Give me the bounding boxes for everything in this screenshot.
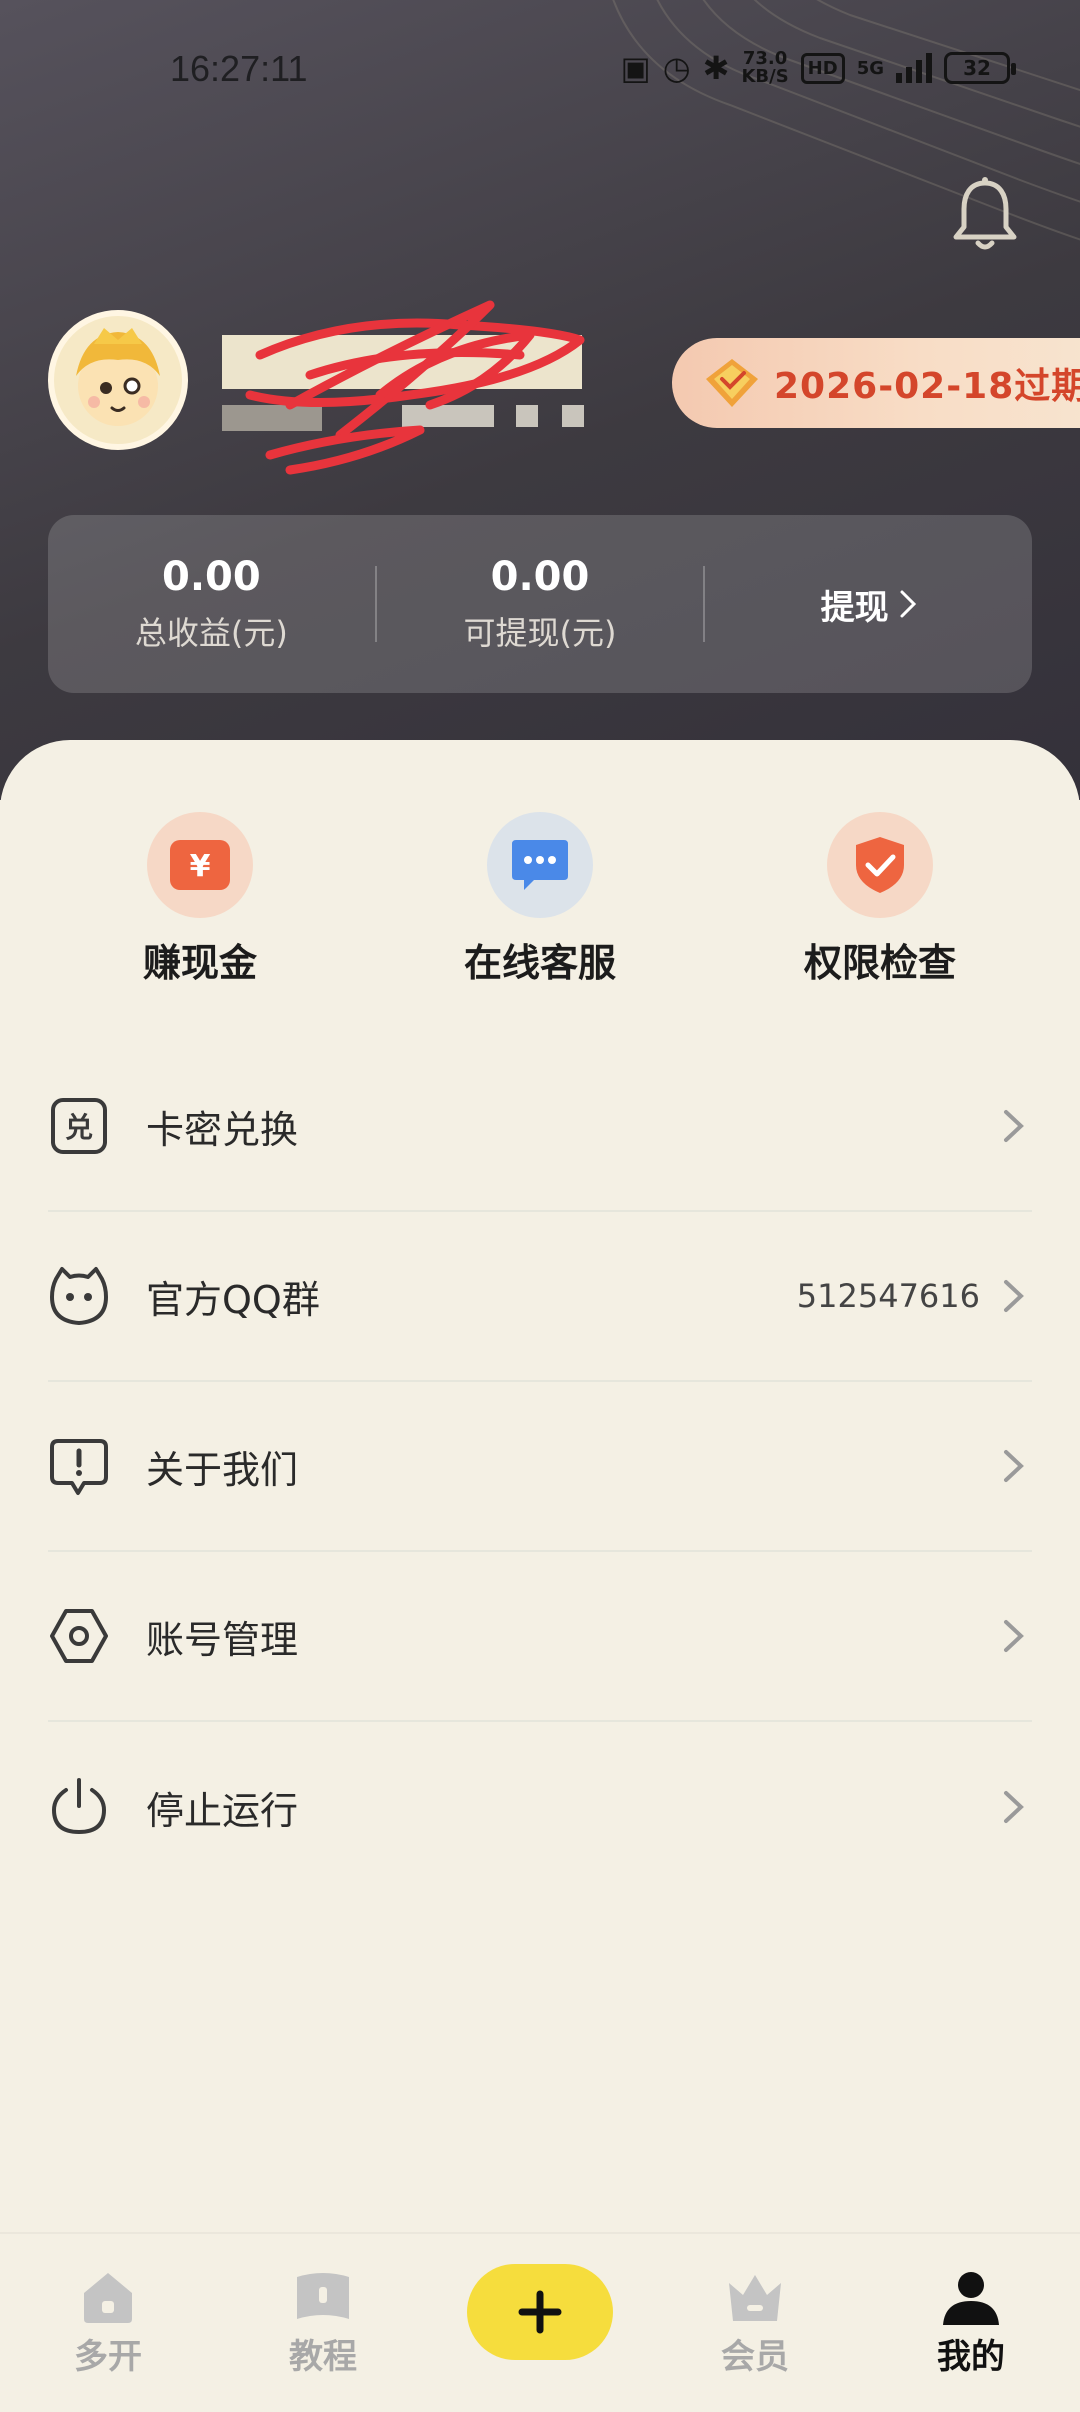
home-icon [84, 2273, 132, 2323]
book-icon [297, 2273, 349, 2319]
signal-icon [896, 53, 932, 83]
menu-item-redeem-card[interactable]: 兑 卡密兑换 [48, 1042, 1032, 1212]
menu-item-stop-running[interactable]: 停止运行 [48, 1722, 1032, 1892]
bell-icon[interactable] [950, 175, 1020, 255]
main-panel: ¥ 赚现金 在线客服 权限检查 兑 卡密兑换 官方QQ群 512547616 关… [0, 740, 1080, 2230]
tab-label: 多开 [74, 2337, 142, 2377]
chevron-right-icon [1004, 1450, 1024, 1482]
power-icon [51, 1778, 107, 1835]
quick-label: 权限检查 [803, 941, 956, 985]
svg-text:兑: 兑 [65, 1111, 93, 1144]
hd-badge: HD [800, 52, 845, 84]
info-bubble-icon [50, 1439, 108, 1495]
withdraw-button[interactable]: 提现 [705, 580, 1032, 629]
bottom-tab-bar: 多开 教程 会员 我的 [0, 2232, 1080, 2412]
chevron-right-icon [1004, 1620, 1024, 1652]
tab-membership[interactable]: 会员 [680, 2269, 830, 2378]
total-earnings-label: 总收益(元) [134, 614, 288, 652]
earnings-card: 0.00 总收益(元) 0.00 可提现(元) 提现 [48, 515, 1032, 693]
quick-earn-cash[interactable]: ¥ 赚现金 [90, 812, 310, 987]
quick-label: 在线客服 [463, 941, 616, 985]
alarm-icon: ◷ [662, 49, 691, 87]
vip-expiry-text: 2026-02-18过期 [774, 366, 1080, 407]
crown-icon [729, 2275, 781, 2321]
tab-label: 教程 [289, 2337, 357, 2377]
withdrawable-earnings: 0.00 可提现(元) [377, 554, 704, 654]
redeem-card-icon: 兑 [51, 1098, 107, 1154]
total-earnings: 0.00 总收益(元) [48, 554, 375, 654]
person-icon [943, 2272, 999, 2325]
plus-icon [518, 2290, 562, 2334]
menu-item-qq-group[interactable]: 官方QQ群 512547616 [48, 1212, 1032, 1382]
svg-text:¥: ¥ [190, 849, 211, 884]
diamond-icon [706, 359, 758, 407]
shield-check-icon [827, 812, 933, 918]
tab-mine[interactable]: 我的 [896, 2269, 1046, 2378]
menu-label: 停止运行 [146, 1788, 299, 1833]
avatar-image [76, 328, 160, 426]
withdraw-label: 提现 [820, 587, 889, 628]
chevron-right-icon [1004, 1791, 1024, 1823]
yen-coin-icon: ¥ [147, 812, 253, 918]
tab-multi-open[interactable]: 多开 [33, 2269, 183, 2378]
status-bar: 16:27:11 ▣ ◷ ✱ 73.0 KB/S HD 5G 32 [0, 0, 1080, 140]
vip-expiry-badge[interactable]: 2026-02-18过期 [672, 338, 1080, 428]
nfc-icon: ▣ [620, 49, 651, 87]
menu-label: 卡密兑换 [146, 1107, 299, 1152]
tab-tutorial[interactable]: 教程 [248, 2269, 398, 2378]
redaction-scribble [245, 300, 585, 475]
tab-label: 我的 [937, 2337, 1005, 2377]
net-speed: 73.0 KB/S [741, 48, 789, 87]
status-icons: ▣ ◷ ✱ 73.0 KB/S HD 5G 32 [620, 44, 1016, 92]
menu-label: 关于我们 [146, 1447, 299, 1492]
quick-permission-check[interactable]: 权限检查 [770, 812, 990, 987]
add-button[interactable] [467, 2264, 613, 2360]
tab-label: 会员 [721, 2337, 789, 2377]
profile-header: 16:27:11 ▣ ◷ ✱ 73.0 KB/S HD 5G 32 2026-0… [0, 0, 1080, 800]
battery-indicator: 32 [944, 52, 1016, 84]
withdrawable-label: 可提现(元) [463, 614, 617, 652]
chevron-right-icon [1004, 1280, 1024, 1312]
bluetooth-icon: ✱ [702, 49, 730, 87]
chevron-right-icon [1004, 1110, 1024, 1142]
status-time: 16:27:11 [170, 48, 308, 89]
quick-online-service[interactable]: 在线客服 [430, 812, 650, 987]
menu-item-account-management[interactable]: 账号管理 [48, 1552, 1032, 1722]
quick-actions: ¥ 赚现金 在线客服 权限检查 [0, 812, 1080, 985]
qq-group-number: 512547616 [796, 1277, 980, 1315]
menu-label: 官方QQ群 [146, 1277, 320, 1322]
qq-face-icon [50, 1267, 108, 1325]
avatar[interactable] [48, 310, 188, 450]
signal-label: 5G [856, 57, 884, 79]
chevron-right-icon [900, 590, 916, 618]
quick-label: 赚现金 [142, 941, 257, 985]
settings-menu: 兑 卡密兑换 官方QQ群 512547616 关于我们 账号管理 停止运行 [48, 1042, 1032, 1892]
chat-bubble-icon [487, 812, 593, 918]
total-earnings-value: 0.00 [161, 554, 261, 600]
hex-settings-icon [50, 1609, 108, 1663]
menu-label: 账号管理 [146, 1617, 299, 1662]
menu-item-about-us[interactable]: 关于我们 [48, 1382, 1032, 1552]
withdrawable-value: 0.00 [490, 554, 590, 600]
